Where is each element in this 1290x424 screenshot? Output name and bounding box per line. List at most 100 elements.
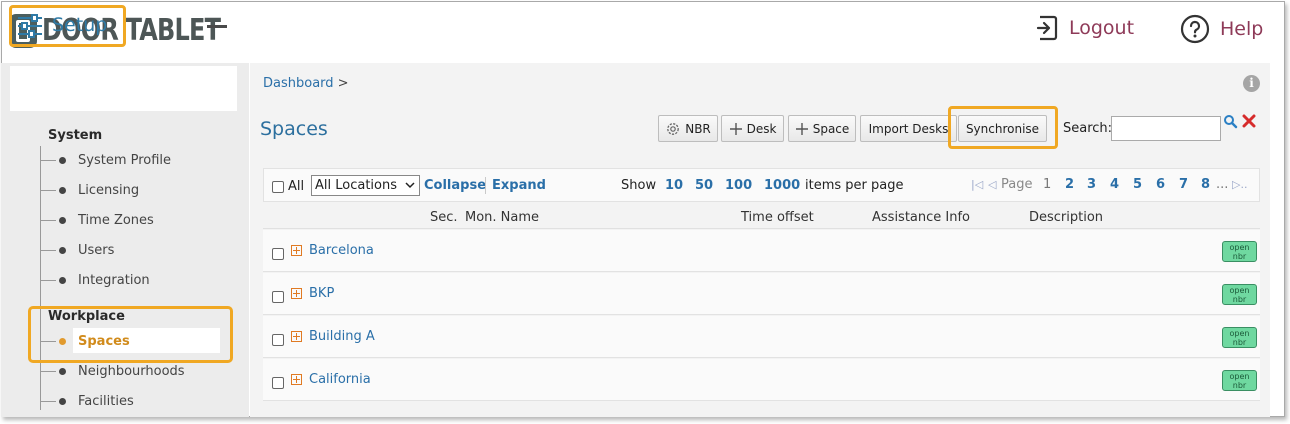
page-6[interactable]: 6 bbox=[1156, 177, 1165, 192]
expand-icon[interactable] bbox=[291, 331, 302, 342]
info-icon[interactable]: i bbox=[1243, 75, 1260, 92]
clear-search-icon[interactable] bbox=[1242, 114, 1256, 128]
table-row[interactable]: California open nbr bbox=[263, 359, 1260, 401]
row-checkbox[interactable] bbox=[272, 248, 284, 260]
expand-icon[interactable] bbox=[291, 288, 302, 299]
breadcrumb-separator: > bbox=[337, 76, 349, 91]
row-checkbox[interactable] bbox=[272, 291, 284, 303]
expand-link[interactable]: Expand bbox=[492, 178, 546, 193]
table-row[interactable]: Barcelona open nbr bbox=[263, 230, 1260, 272]
plus-icon bbox=[729, 122, 742, 135]
help-button[interactable]: Help bbox=[1180, 14, 1263, 44]
page-8[interactable]: 8 bbox=[1201, 177, 1210, 192]
page-4[interactable]: 4 bbox=[1110, 177, 1119, 192]
show-label: Show bbox=[621, 178, 657, 193]
table-row[interactable]: Building A open nbr bbox=[263, 316, 1260, 358]
chevron-down-icon bbox=[405, 182, 415, 189]
expand-icon[interactable] bbox=[291, 245, 302, 256]
system-section-title: System bbox=[48, 128, 103, 143]
select-all[interactable]: All bbox=[272, 179, 304, 194]
logout-button[interactable]: Logout bbox=[1035, 14, 1134, 42]
bullet-icon bbox=[59, 246, 66, 254]
location-select-value: All Locations bbox=[315, 178, 398, 193]
pagination-ellipsis: ... bbox=[1216, 177, 1229, 192]
page-size-1000[interactable]: 1000 bbox=[764, 178, 800, 193]
page-2[interactable]: 2 bbox=[1065, 177, 1074, 192]
search-icon[interactable] bbox=[1223, 114, 1238, 129]
select-all-label: All bbox=[288, 179, 305, 194]
page-size-100[interactable]: 100 bbox=[725, 178, 752, 193]
workplace-highlight bbox=[28, 306, 233, 363]
sidebar-item-facilities[interactable]: Facilities bbox=[40, 390, 134, 412]
location-name[interactable]: BKP bbox=[309, 286, 334, 301]
add-desk-button[interactable]: Desk bbox=[721, 115, 784, 142]
breadcrumb-dashboard-link[interactable]: Dashboard bbox=[263, 76, 334, 91]
synchronise-highlight bbox=[948, 106, 1058, 149]
column-header-time-offset[interactable]: Time offset bbox=[741, 210, 814, 225]
open-nbr-badge[interactable]: open nbr bbox=[1222, 327, 1257, 348]
search-label: Search: bbox=[1063, 121, 1113, 136]
open-nbr-badge[interactable]: open nbr bbox=[1222, 370, 1257, 391]
table-row[interactable]: BKP open nbr bbox=[263, 273, 1260, 315]
space-label: Space bbox=[812, 121, 850, 136]
page-size-50[interactable]: 50 bbox=[695, 178, 713, 193]
row-checkbox[interactable] bbox=[272, 334, 284, 346]
location-select[interactable]: All Locations bbox=[311, 175, 420, 196]
location-name[interactable]: Barcelona bbox=[309, 243, 374, 258]
bullet-icon bbox=[59, 397, 66, 405]
collapse-link[interactable]: Collapse bbox=[424, 178, 486, 193]
sidebar-item-neighbourhoods[interactable]: Neighbourhoods bbox=[40, 360, 185, 382]
row-checkbox[interactable] bbox=[272, 377, 284, 389]
bullet-icon bbox=[59, 367, 66, 375]
desk-label: Desk bbox=[746, 121, 777, 136]
column-header-assistance-info[interactable]: Assistance Info bbox=[872, 210, 970, 225]
logout-label: Logout bbox=[1069, 17, 1135, 39]
sidebar-item-integration[interactable]: Integration bbox=[40, 269, 150, 291]
sidebar-item-label: Time Zones bbox=[78, 212, 154, 228]
next-page-icon[interactable]: ▷.. bbox=[1232, 178, 1247, 191]
sidebar-item-time-zones[interactable]: Time Zones bbox=[40, 209, 154, 231]
nbr-button[interactable]: NBR bbox=[658, 115, 718, 142]
search-input[interactable] bbox=[1111, 116, 1221, 141]
page-size-10[interactable]: 10 bbox=[665, 178, 683, 193]
import-desks-button[interactable]: Import Desks bbox=[860, 115, 957, 142]
sidebar-item-label: Licensing bbox=[78, 182, 140, 198]
sidebar-item-label: System Profile bbox=[78, 152, 172, 168]
page-3[interactable]: 3 bbox=[1087, 177, 1096, 192]
sidebar-item-label: Facilities bbox=[78, 393, 134, 409]
sidebar-item-label: Integration bbox=[78, 272, 150, 288]
collapse-icon[interactable] bbox=[207, 25, 227, 28]
column-header-sec[interactable]: Sec. bbox=[430, 210, 458, 225]
sidebar-item-licensing[interactable]: Licensing bbox=[40, 179, 139, 201]
help-icon bbox=[1180, 14, 1210, 44]
select-all-checkbox[interactable] bbox=[272, 180, 284, 193]
page-1: 1 bbox=[1043, 177, 1052, 192]
setup-section-header[interactable] bbox=[10, 66, 237, 111]
first-page-icon[interactable]: |◁ bbox=[971, 178, 983, 191]
help-label: Help bbox=[1220, 18, 1264, 40]
open-nbr-badge[interactable]: open nbr bbox=[1222, 241, 1257, 262]
expand-icon[interactable] bbox=[291, 374, 302, 385]
page-title: Spaces bbox=[260, 118, 328, 140]
bullet-icon bbox=[59, 216, 66, 224]
location-name[interactable]: California bbox=[309, 372, 371, 387]
location-name[interactable]: Building A bbox=[309, 329, 375, 344]
prev-page-icon[interactable]: ◁ bbox=[988, 178, 996, 191]
add-space-button[interactable]: Space bbox=[788, 115, 856, 142]
page-7[interactable]: 7 bbox=[1179, 177, 1188, 192]
bullet-icon bbox=[59, 186, 66, 194]
sidebar-item-users[interactable]: Users bbox=[40, 239, 114, 261]
import-label: Import Desks bbox=[868, 121, 949, 136]
open-nbr-badge[interactable]: open nbr bbox=[1222, 284, 1257, 305]
bullet-icon bbox=[59, 156, 66, 164]
page-5[interactable]: 5 bbox=[1133, 177, 1142, 192]
nbr-label: NBR bbox=[685, 121, 711, 136]
logout-icon bbox=[1036, 15, 1058, 41]
column-header-mon-name[interactable]: Mon. Name bbox=[465, 210, 539, 225]
column-header-description[interactable]: Description bbox=[1029, 210, 1103, 225]
breadcrumb: Dashboard > bbox=[263, 76, 349, 91]
gear-icon bbox=[667, 122, 680, 135]
sidebar-item-label: Users bbox=[78, 242, 115, 258]
plus-icon bbox=[795, 122, 808, 135]
sidebar-item-system-profile[interactable]: System Profile bbox=[40, 149, 171, 171]
